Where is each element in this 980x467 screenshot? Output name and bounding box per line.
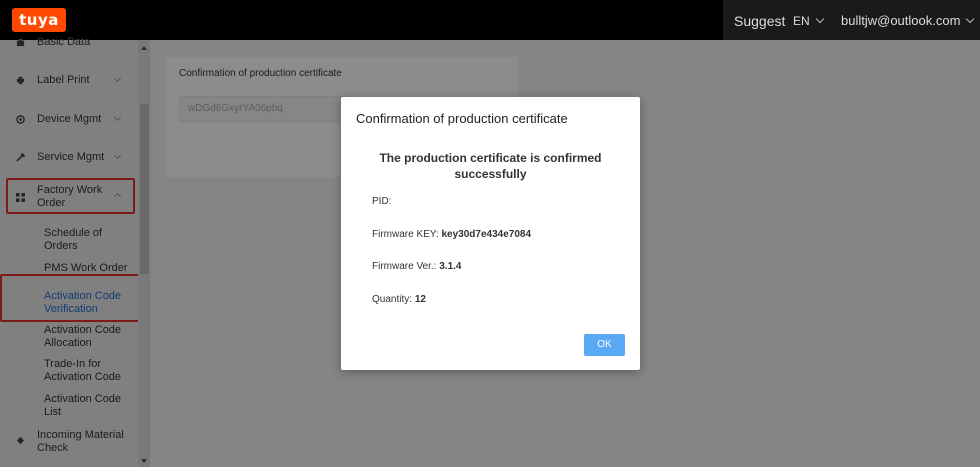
chevron-down-icon	[966, 14, 975, 24]
language-selector[interactable]: EN	[793, 0, 824, 42]
tuya-logo[interactable]: tuya	[12, 8, 66, 32]
quantity-label: Quantity:	[372, 294, 413, 305]
confirmation-modal: Confirmation of production certificate T…	[341, 97, 640, 370]
user-menu[interactable]: bulltjw@outlook.com	[841, 0, 975, 42]
modal-title: Confirmation of production certificate	[356, 111, 568, 126]
firmware-version-label: Firmware Ver.:	[372, 261, 437, 272]
pid-label: PID:	[372, 196, 392, 207]
pid-row: PID:	[372, 196, 391, 207]
ok-button[interactable]: OK	[584, 334, 625, 356]
success-message: The production certificate is confirmed …	[379, 151, 602, 181]
firmware-version-row: Firmware Ver.: 3.1.4	[372, 261, 462, 272]
logo-text: tuya	[19, 11, 59, 29]
firmware-key-value: key30d7e434e7084	[441, 229, 531, 240]
suggest-link[interactable]: Suggest	[734, 0, 785, 42]
quantity-row: Quantity: 12	[372, 294, 426, 305]
quantity-value: 12	[414, 294, 426, 305]
chevron-down-icon	[815, 14, 824, 24]
firmware-key-label: Firmware KEY:	[372, 229, 439, 240]
firmware-key-row: Firmware KEY: key30d7e434e7084	[372, 229, 531, 240]
language-label: EN	[793, 14, 810, 28]
user-email: bulltjw@outlook.com	[841, 13, 961, 28]
firmware-version-value: 3.1.4	[439, 261, 462, 272]
